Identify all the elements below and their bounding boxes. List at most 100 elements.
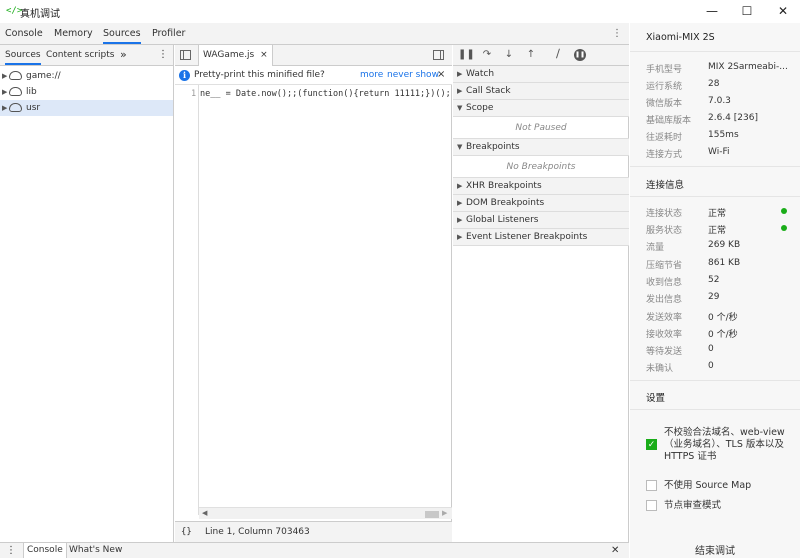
collapsed-arrow-icon: ▶ <box>457 216 463 224</box>
pretty-print-braces-icon[interactable]: {} <box>181 522 192 542</box>
scope-section[interactable]: ▼ Scope <box>453 100 629 117</box>
call-stack-section[interactable]: ▶ Call Stack <box>453 83 629 100</box>
tree-item[interactable]: ▶ game:// <box>0 68 173 84</box>
settings-title: 设置 <box>646 393 666 404</box>
close-drawer-icon[interactable]: ✕ <box>611 543 619 558</box>
close-window-button[interactable]: ✕ <box>768 2 798 20</box>
conn-key: 压缩节省 <box>646 261 683 271</box>
step-into-icon[interactable]: ↓ <box>502 48 516 62</box>
expand-arrow-icon[interactable]: ▶ <box>2 84 7 100</box>
divider <box>630 380 800 381</box>
collapsed-arrow-icon: ▶ <box>457 70 463 78</box>
pause-on-exceptions-icon[interactable]: ❚❚ <box>573 48 587 62</box>
info-value: 7.0.3 <box>708 96 731 106</box>
devtools-tab-bar: Console Memory Sources Profiler ⋮ <box>0 23 629 45</box>
collapsed-arrow-icon: ▶ <box>457 182 463 190</box>
tab-console[interactable]: Console <box>5 23 43 44</box>
tab-content-scripts[interactable]: Content scripts <box>46 45 114 65</box>
code-editor: WAGame.js × i Pretty-print this minified… <box>175 45 452 542</box>
connection-info-title: 连接信息 <box>646 180 685 191</box>
info-key: 手机型号 <box>646 65 683 75</box>
tab-memory[interactable]: Memory <box>54 23 93 44</box>
status-ok-dot <box>781 208 787 214</box>
end-debugging-button[interactable]: 结束调试 <box>630 542 800 558</box>
tree-item[interactable]: ▶ usr <box>0 100 173 116</box>
devtools-menu-icon[interactable]: ⋮ <box>611 23 623 44</box>
info-value: 155ms <box>708 130 739 140</box>
dom-breakpoints-section[interactable]: ▶ DOM Breakpoints <box>453 195 629 212</box>
conn-key: 收到信息 <box>646 278 683 288</box>
drawer-tab-console[interactable]: Console <box>23 543 67 558</box>
info-key: 连接方式 <box>646 150 683 160</box>
horizontal-scrollbar[interactable]: ◀ ▶ <box>199 507 452 519</box>
tab-sources[interactable]: Sources <box>103 23 141 44</box>
watch-section[interactable]: ▶ Watch <box>453 66 629 83</box>
expanded-arrow-icon: ▼ <box>457 104 463 112</box>
toggle-navigator-icon[interactable] <box>180 50 191 60</box>
scroll-left-icon[interactable]: ◀ <box>202 509 207 517</box>
info-icon: i <box>179 70 190 81</box>
code-text[interactable]: ne__ = Date.now();;(function(){return 11… <box>200 87 451 101</box>
tab-profiler[interactable]: Profiler <box>152 23 185 44</box>
skip-domain-check-checkbox[interactable]: ✓ <box>646 439 657 450</box>
navigator-tab-bar: Sources Content scripts » ⋮ <box>0 45 173 66</box>
drawer-menu-icon[interactable]: ⋮ <box>6 545 16 556</box>
minimize-button[interactable]: — <box>697 2 727 20</box>
conn-value: 0 个/秒 <box>708 313 738 323</box>
xhr-breakpoints-section[interactable]: ▶ XHR Breakpoints <box>453 178 629 195</box>
tab-sources-nav[interactable]: Sources <box>5 45 41 65</box>
editor-file-tab[interactable]: WAGame.js × <box>198 45 273 66</box>
close-tab-icon[interactable]: × <box>260 50 268 60</box>
expanded-arrow-icon: ▼ <box>457 143 463 151</box>
tree-item-label: usr <box>26 103 41 113</box>
more-tabs-icon[interactable]: » <box>120 45 127 65</box>
conn-key: 接收效率 <box>646 330 683 340</box>
pause-icon[interactable]: ❚❚ <box>458 48 475 62</box>
never-show-link[interactable]: never show <box>387 70 439 80</box>
divider <box>630 51 800 52</box>
more-link[interactable]: more <box>360 70 383 80</box>
maximize-button[interactable]: ☐ <box>732 2 762 20</box>
pretty-print-infobar: i Pretty-print this minified file? more … <box>175 66 452 85</box>
step-over-icon[interactable]: ↷ <box>480 48 494 62</box>
info-value: Wi-Fi <box>708 147 730 157</box>
scope-status: Not Paused <box>453 117 629 139</box>
scroll-right-icon[interactable]: ▶ <box>442 509 447 517</box>
collapsed-arrow-icon: ▶ <box>457 233 463 241</box>
event-listener-breakpoints-section[interactable]: ▶ Event Listener Breakpoints <box>453 229 629 246</box>
conn-key: 流量 <box>646 243 665 253</box>
dismiss-infobar-icon[interactable]: × <box>437 69 445 80</box>
node-inspect-mode-checkbox[interactable] <box>646 500 657 511</box>
info-key: 往返耗时 <box>646 133 683 143</box>
debugger-sidebar: ❚❚ ↷ ↓ ↑ ⧸ ❚❚ ▶ Watch ▶ Call Stack ▼ Scope … <box>453 45 629 542</box>
status-ok-dot <box>781 225 787 231</box>
drawer-tab-whats-new[interactable]: What's New <box>69 543 122 558</box>
breakpoints-section[interactable]: ▼ Breakpoints <box>453 139 629 156</box>
deactivate-breakpoints-icon[interactable]: ⧸ <box>551 48 565 62</box>
file-tab-label: WAGame.js <box>203 50 255 60</box>
step-out-icon[interactable]: ↑ <box>524 48 538 62</box>
app-logo-icon: </> <box>6 6 23 16</box>
cloud-icon <box>9 87 22 96</box>
node-inspect-mode-label: 节点审查模式 <box>664 500 722 511</box>
conn-key: 服务状态 <box>646 226 683 236</box>
disable-source-map-checkbox[interactable] <box>646 480 657 491</box>
scrollbar-thumb[interactable] <box>425 511 439 518</box>
divider <box>630 409 800 410</box>
device-panel: Xiaomi-MIX 2S 手机型号 MIX 2Sarmeabi-... 运行系… <box>630 23 800 558</box>
divider <box>630 166 800 167</box>
window-title: 真机调试 <box>20 9 60 20</box>
info-value: MIX 2Sarmeabi-... <box>708 62 788 72</box>
code-line[interactable]: 1 ne__ = Date.now();;(function(){return … <box>175 87 452 101</box>
disable-source-map-label: 不使用 Source Map <box>664 480 752 491</box>
tree-item[interactable]: ▶ lib <box>0 84 173 100</box>
info-key: 基础库版本 <box>646 116 692 126</box>
expand-arrow-icon[interactable]: ▶ <box>2 68 7 84</box>
toggle-debugger-icon[interactable] <box>433 50 444 60</box>
navigator-menu-icon[interactable]: ⋮ <box>158 45 168 65</box>
conn-value: 0 <box>708 361 714 371</box>
debugger-toolbar: ❚❚ ↷ ↓ ↑ ⧸ ❚❚ <box>453 45 629 66</box>
expand-arrow-icon[interactable]: ▶ <box>2 100 7 116</box>
global-listeners-section[interactable]: ▶ Global Listeners <box>453 212 629 229</box>
title-bar: </> 真机调试 — ☐ ✕ <box>0 0 800 23</box>
